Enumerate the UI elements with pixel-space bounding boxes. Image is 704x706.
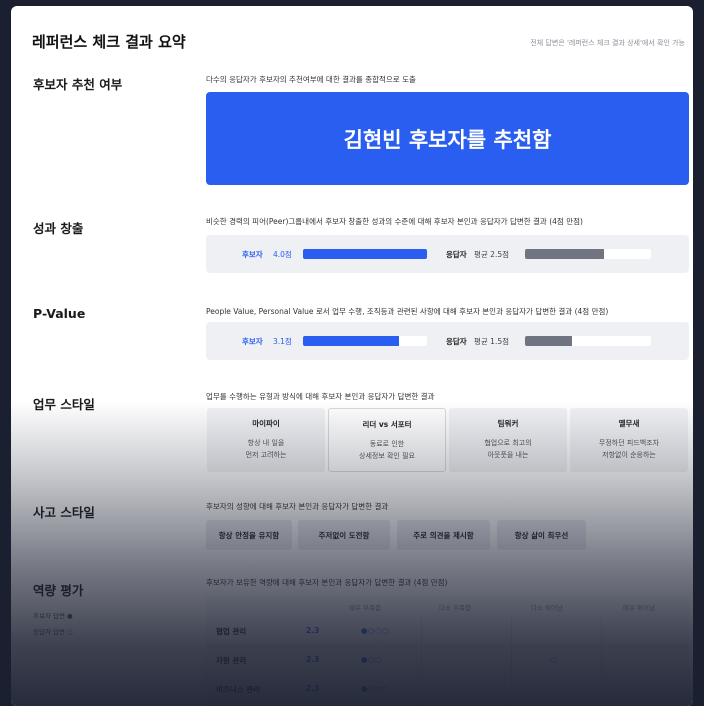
table-divider [511,616,512,706]
candidate-score-bar [303,336,427,346]
recommendation-description: 다수의 응답자가 후보자의 추천여부에 대한 결과를 종합적으로 도출 [206,75,416,84]
recommendation-banner: 김현빈 후보자를 추천함 [206,92,689,185]
thinking-style-chip: 항상 안정을 유지함 [206,520,292,550]
section-label-recommendation: 후보자 추천 여부 [33,77,123,92]
table-row-score: 2.3 [306,655,320,664]
thinking-style-chip: 주로 의견을 제시함 [397,520,490,550]
work-style-card-text: 동료로 인한 [369,440,405,448]
table-divider [421,616,422,706]
section-label-pvalue: P-Value [33,306,86,321]
candidate-score-bar [303,249,427,259]
respondent-score-fill [525,249,604,259]
work-style-card-title: 리더 vs 서포터 [362,420,412,429]
work-style-description: 업무를 수행하는 유형과 방식에 대해 후보자 본인과 응답자가 답변한 결과 [206,392,435,401]
table-row-rating: ●○○○ [361,684,390,693]
table-row-score: 2.3 [306,626,320,635]
work-style-card-text: 아웃풋을 내는 [487,451,529,459]
work-style-card: 팀워커 협업으로 최고의 아웃풋을 내는 [449,408,567,472]
column-header: 다소 뛰어남 [531,604,563,612]
work-style-card-selected: 리더 vs 서포터 동료로 인한 상세정보 확인 필요 [328,408,446,472]
table-row-label: 협업 관리 [216,627,247,636]
table-row-score: 2.3 [306,684,320,693]
summary-card: 레퍼런스 체크 결과 요약 전체 답변은 '레퍼런스 체크 결과 상세'에서 확… [11,6,693,706]
detail-hint: 전체 답변은 '레퍼런스 체크 결과 상세'에서 확인 가능 [530,39,685,47]
candidate-score: 4.0점 [273,250,292,259]
section-label-performance: 성과 창출 [33,221,84,236]
section-label-thinking-style: 사고 스타일 [33,505,95,520]
work-style-card: 마이파이 항상 내 일을 먼저 고려하는 [207,408,325,472]
candidate-score-fill [303,249,427,259]
column-header: 매우 부족함 [349,604,381,612]
pvalue-score-panel: 후보자 3.1점 응답자 평균 1.5점 [206,322,689,360]
respondent-score: 평균 1.5점 [474,337,510,346]
table-row-divider [206,674,689,675]
performance-description: 비슷한 경력의 피어(Peer)그룹내에서 후보자 창출한 성과의 수준에 대해… [206,217,583,226]
candidate-score: 3.1점 [273,337,292,346]
work-style-card-text: 협업으로 최고의 [484,439,532,447]
table-row-label: 비즈니스 관리 [216,685,261,694]
respondent-label: 응답자 [446,250,467,259]
respondent-label: 응답자 [446,337,467,346]
table-row-divider [206,646,689,647]
respondent-score-bar [525,249,651,259]
table-row-rating: ●○○ [361,655,383,664]
table-divider [601,616,602,706]
work-style-card-text: 상세정보 확인 필요 [359,452,415,460]
page-title: 레퍼런스 체크 결과 요약 [32,33,186,51]
work-style-card-text: 저항없이 순응하는 [602,451,656,459]
work-style-card-title: 팀워커 [497,419,519,428]
pvalue-description: People Value, Personal Value 로서 업무 수행, 조… [206,307,609,316]
competency-table [206,596,689,706]
work-style-card-text: 항상 내 일을 [247,439,285,447]
recommendation-result: 김현빈 후보자를 추천함 [343,127,552,152]
legend-respondent: 응답자 답변 ○ [33,628,73,636]
respondent-score: 평균 2.5점 [474,250,510,259]
legend-candidate: 후보자 답변 ● [33,612,73,620]
respondent-score-fill [525,336,573,346]
table-row-rating: ●○○○ [361,626,390,635]
candidate-label: 후보자 [242,337,263,346]
thinking-style-chip: 항상 삶이 최우선 [497,520,586,550]
work-style-card-title: 마이파이 [252,419,280,428]
respondent-score-bar [525,336,651,346]
thinking-style-chip: 주저없이 도전함 [298,520,390,550]
table-row-respondent-mark: ○ [551,655,559,664]
section-label-competency: 역량 평가 [33,583,84,598]
table-row-label: 자원 관리 [216,656,247,665]
competency-description: 후보자가 보유한 역량에 대해 후보자 본인과 응답자가 답변한 결과 (4점 … [206,578,448,587]
work-style-card-title: 옐무새 [618,419,640,428]
section-label-work-style: 업무 스타일 [33,397,95,412]
column-header: 다소 부족함 [439,604,471,612]
candidate-score-fill [303,336,400,346]
column-header: 매우 뛰어남 [623,604,655,612]
thinking-style-description: 후보자의 성향에 대해 후보자 본인과 응답자가 답변한 결과 [206,502,389,511]
candidate-label: 후보자 [242,250,263,259]
work-style-card: 옐무새 무정하던 피드백조차 저항없이 순응하는 [570,408,688,472]
performance-score-panel: 후보자 4.0점 응답자 평균 2.5점 [206,235,689,273]
work-style-card-text: 먼저 고려하는 [245,451,287,459]
work-style-card-text: 무정하던 피드백조차 [598,439,660,447]
